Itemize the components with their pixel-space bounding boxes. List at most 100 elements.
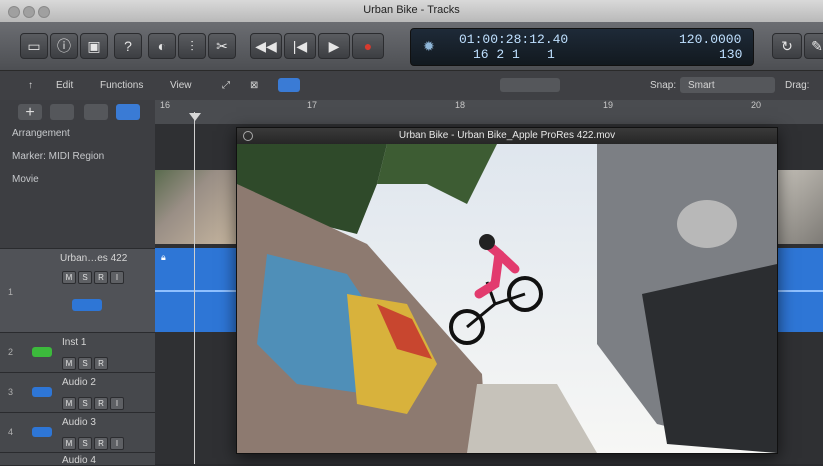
- waveform: [155, 290, 237, 292]
- mute-button[interactable]: M: [62, 397, 76, 410]
- rewind-button[interactable]: ◀◀: [250, 33, 282, 59]
- duplicate-track-button[interactable]: [50, 104, 74, 120]
- close-movie-icon[interactable]: [243, 131, 253, 141]
- toolbar-button[interactable]: ▣: [80, 33, 108, 59]
- movie-thumbnail: [777, 170, 823, 244]
- track-name: Inst 1: [62, 337, 87, 348]
- snap-label: Snap:: [650, 80, 677, 91]
- quick-help-button[interactable]: ?: [114, 33, 142, 59]
- track-controls: MSRI: [62, 433, 126, 451]
- playhead[interactable]: [194, 112, 195, 464]
- pointer-tool-menu[interactable]: [500, 78, 560, 92]
- cycle-button[interactable]: ↻: [772, 33, 802, 59]
- record-enable-button[interactable]: R: [94, 357, 108, 370]
- track-header[interactable]: 4 Audio 3 MSRI: [0, 412, 155, 453]
- global-track-marker[interactable]: Marker: MIDI Region: [12, 151, 104, 162]
- record-enable-button[interactable]: R: [94, 271, 108, 284]
- track-number: 1: [8, 287, 14, 297]
- snap-value: Smart: [688, 80, 715, 91]
- snap-select[interactable]: Smart: [680, 77, 775, 93]
- input-monitor-button[interactable]: I: [110, 271, 124, 284]
- track-header[interactable]: 2 Inst 1 MSR: [0, 332, 155, 373]
- ruler[interactable]: 16 17 18 19 20: [155, 100, 823, 125]
- mute-button[interactable]: M: [62, 271, 76, 284]
- ruler-mark: 19: [603, 100, 614, 110]
- track-header[interactable]: Audio 4: [0, 452, 155, 466]
- solo-button[interactable]: S: [78, 397, 92, 410]
- lcd-tempo: 120.0000: [679, 32, 742, 47]
- playhead-handle[interactable]: [189, 113, 201, 121]
- solo-button[interactable]: S: [78, 271, 92, 284]
- track-header-panel: + Arrangement Marker: MIDI Region Movie …: [0, 100, 155, 466]
- movie-thumbnail: [155, 170, 237, 244]
- input-monitor-button[interactable]: I: [110, 437, 124, 450]
- global-track-movie[interactable]: Movie: [12, 174, 39, 185]
- ruler-mark: 16: [160, 100, 171, 110]
- track-icon: [72, 299, 102, 311]
- track-controls: MSRI: [62, 393, 126, 411]
- go-to-start-button[interactable]: |◀: [284, 33, 316, 59]
- solo-button[interactable]: S: [78, 437, 92, 450]
- track-controls: MSR: [62, 353, 110, 371]
- track-header[interactable]: 3 Audio 2 MSRI: [0, 372, 155, 413]
- track-controls: MSRI: [62, 267, 126, 285]
- record-enable-button[interactable]: R: [94, 397, 108, 410]
- movie-title: Urban Bike - Urban Bike_Apple ProRes 422…: [398, 130, 616, 141]
- track-number: 2: [8, 347, 14, 357]
- edit-menu[interactable]: Edit: [56, 80, 73, 91]
- track-header[interactable]: 1 Urban…es 422 MSRI: [0, 248, 155, 333]
- ruler-mark: 17: [307, 100, 318, 110]
- audio-region[interactable]: 🔒︎: [155, 248, 237, 332]
- lcd-bar-sub: 1: [547, 47, 555, 62]
- smart-controls-button[interactable]: ◐: [148, 33, 176, 59]
- mute-button[interactable]: M: [62, 437, 76, 450]
- play-button[interactable]: ▶: [318, 33, 350, 59]
- functions-menu[interactable]: Functions: [100, 80, 143, 91]
- folder-button[interactable]: [84, 104, 108, 120]
- global-tracks-button[interactable]: [116, 104, 140, 120]
- lock-icon: 🔒︎: [161, 252, 166, 262]
- record-enable-button[interactable]: R: [94, 437, 108, 450]
- gear-icon: ✹: [423, 40, 435, 56]
- track-name: Urban…es 422: [60, 253, 128, 264]
- audio-icon: [32, 427, 52, 437]
- tuner-button[interactable]: ✎: [804, 33, 823, 59]
- movie-frame: [237, 144, 777, 453]
- control-bar: ▭ ⓘ ▣ ? ◐ ⫶ ✂ ◀◀ |◀ ▶ ● ✹ 01:00:28:12.40…: [0, 22, 823, 70]
- lcd-tempo-sub: 130: [719, 47, 743, 62]
- lcd-time: 01:00:28:12.40: [459, 32, 569, 47]
- catch-icon[interactable]: ⊠: [250, 80, 258, 91]
- global-track-arrangement[interactable]: Arrangement: [12, 128, 70, 139]
- ruler-mark: 20: [751, 100, 762, 110]
- window-title: Urban Bike - Tracks: [363, 4, 460, 16]
- rider-helmet: [479, 234, 495, 250]
- track-name: Audio 4: [62, 455, 96, 466]
- instrument-icon: [32, 347, 52, 357]
- up-arrow-icon[interactable]: ↑: [28, 80, 33, 91]
- waveform: [777, 290, 823, 292]
- audio-region[interactable]: [777, 248, 823, 332]
- track-number: 4: [8, 427, 14, 437]
- movie-window[interactable]: Urban Bike - Urban Bike_Apple ProRes 422…: [236, 127, 778, 454]
- lcd-bar-beat: 16 2 1: [473, 47, 520, 62]
- add-track-button[interactable]: +: [18, 104, 42, 121]
- audio-icon: [32, 387, 52, 397]
- mixer-button[interactable]: ⫶: [178, 33, 206, 59]
- track-name: Audio 2: [62, 377, 96, 388]
- inspector-button[interactable]: ⓘ: [50, 33, 78, 59]
- mute-button[interactable]: M: [62, 357, 76, 370]
- record-button[interactable]: ●: [352, 33, 384, 59]
- flex-icon[interactable]: ⤢: [222, 80, 230, 91]
- automation-button[interactable]: [278, 78, 300, 92]
- title-bar: Urban Bike - Tracks: [0, 0, 823, 22]
- satellite-dish: [677, 200, 737, 248]
- view-menu[interactable]: View: [170, 80, 192, 91]
- editors-button[interactable]: ✂: [208, 33, 236, 59]
- input-monitor-button[interactable]: I: [110, 397, 124, 410]
- track-number: 3: [8, 387, 14, 397]
- solo-button[interactable]: S: [78, 357, 92, 370]
- lcd-display[interactable]: ✹ 01:00:28:12.40 16 2 1 1 120.0000 130: [410, 28, 754, 66]
- movie-title-bar[interactable]: Urban Bike - Urban Bike_Apple ProRes 422…: [237, 128, 777, 144]
- library-button[interactable]: ▭: [20, 33, 48, 59]
- track-name: Audio 3: [62, 417, 96, 428]
